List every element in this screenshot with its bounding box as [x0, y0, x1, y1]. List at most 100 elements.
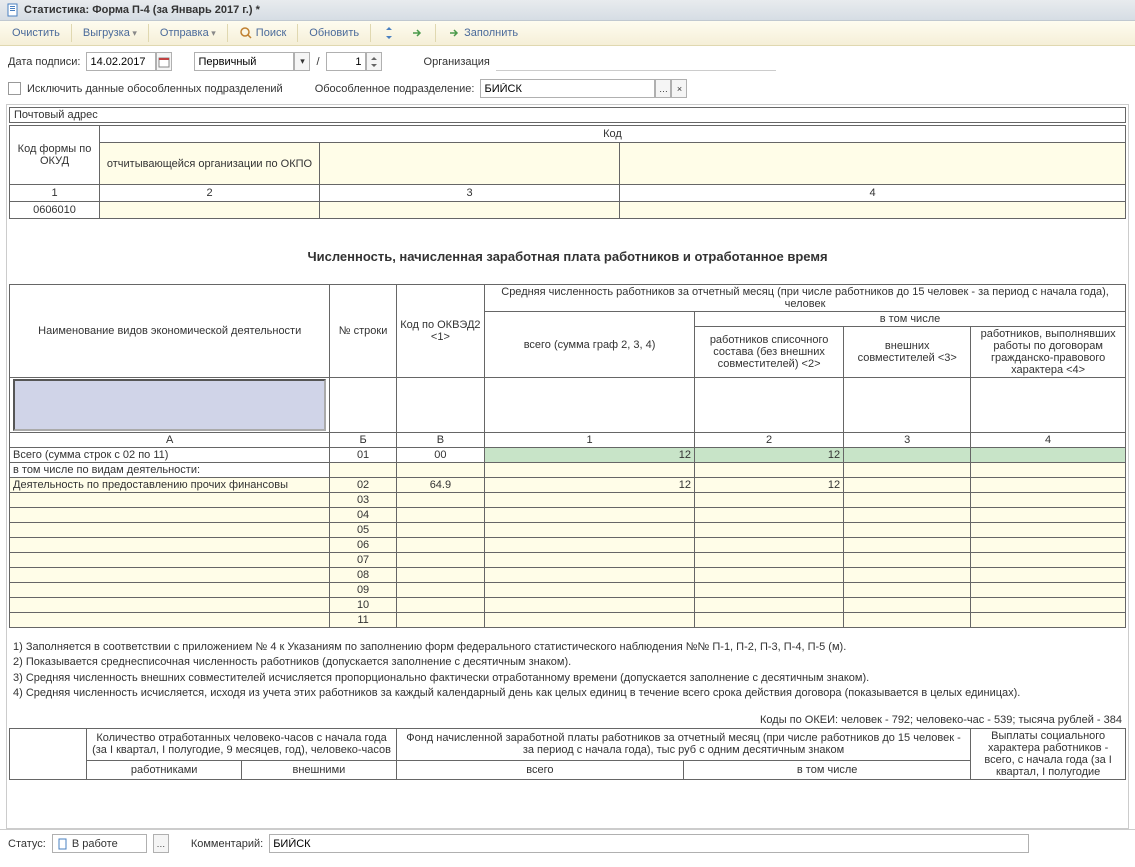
- row-c2[interactable]: [695, 598, 844, 613]
- row-c3[interactable]: [844, 508, 971, 523]
- num-input[interactable]: [326, 52, 366, 71]
- row-okved[interactable]: [396, 598, 484, 613]
- row-name[interactable]: Всего (сумма строк с 02 по 11): [10, 448, 330, 463]
- subdiv-select-button[interactable]: …: [655, 79, 671, 98]
- row-c2[interactable]: [695, 568, 844, 583]
- row-name[interactable]: [10, 613, 330, 628]
- row-c3[interactable]: [844, 598, 971, 613]
- postal-address-label: Почтовый адрес: [9, 107, 1126, 123]
- footnote-1: 1) Заполняется в соответствии с приложен…: [13, 640, 1122, 655]
- active-cell[interactable]: [13, 379, 326, 431]
- row-c1[interactable]: [485, 493, 695, 508]
- row-c2[interactable]: [695, 523, 844, 538]
- table-row: 03: [10, 493, 1126, 508]
- row-okved[interactable]: [396, 613, 484, 628]
- row-c2[interactable]: [695, 583, 844, 598]
- doc-type-select[interactable]: [194, 52, 294, 71]
- row-c3[interactable]: [844, 478, 971, 493]
- row-c3[interactable]: [844, 448, 971, 463]
- row-c3[interactable]: [844, 568, 971, 583]
- clear-button[interactable]: Очистить: [6, 25, 66, 41]
- row-c4[interactable]: [971, 583, 1126, 598]
- row-okved[interactable]: [396, 568, 484, 583]
- subdiv-clear-button[interactable]: ×: [671, 79, 687, 98]
- main-content-scroll[interactable]: Почтовый адрес Код формы по ОКУД Код отч…: [6, 104, 1129, 829]
- row-c4[interactable]: [971, 553, 1126, 568]
- row-name[interactable]: [10, 598, 330, 613]
- row-name[interactable]: [10, 508, 330, 523]
- row-c1[interactable]: [485, 598, 695, 613]
- org-label: Организация: [424, 56, 490, 68]
- fill-button[interactable]: Заполнить: [441, 24, 524, 42]
- status-value-field[interactable]: В работе: [52, 834, 147, 853]
- row-name[interactable]: [10, 523, 330, 538]
- row-c4[interactable]: [971, 538, 1126, 553]
- row-c3[interactable]: [844, 583, 971, 598]
- row-okved[interactable]: [396, 583, 484, 598]
- num-stepper[interactable]: [366, 52, 382, 71]
- send-button[interactable]: Отправка: [154, 25, 222, 41]
- row-name[interactable]: [10, 538, 330, 553]
- row-c4[interactable]: [971, 523, 1126, 538]
- row-c2[interactable]: [695, 538, 844, 553]
- row-c1[interactable]: 12: [485, 448, 695, 463]
- row-okved[interactable]: 00: [396, 448, 484, 463]
- row-name[interactable]: [10, 583, 330, 598]
- row-c4[interactable]: [971, 598, 1126, 613]
- row-c1[interactable]: [485, 538, 695, 553]
- comment-input[interactable]: [269, 834, 1029, 853]
- row-c2[interactable]: 12: [695, 478, 844, 493]
- arrow-right-button[interactable]: [404, 24, 430, 42]
- okpo-value[interactable]: [100, 202, 320, 219]
- status-select-button[interactable]: …: [153, 834, 169, 853]
- calendar-button[interactable]: [156, 52, 172, 71]
- row-c1[interactable]: [485, 583, 695, 598]
- search-button[interactable]: Поиск: [233, 24, 293, 42]
- doc-type-dropdown[interactable]: ▾: [294, 52, 310, 71]
- codes-table: Код формы по ОКУД Код отчитывающейся орг…: [9, 125, 1126, 219]
- okpo-header: отчитывающейся организации по ОКПО: [100, 143, 320, 185]
- row-c4[interactable]: [971, 613, 1126, 628]
- row-name[interactable]: [10, 568, 330, 583]
- row-c1[interactable]: [485, 568, 695, 583]
- row-okved[interactable]: [396, 538, 484, 553]
- row-c1[interactable]: [485, 508, 695, 523]
- refresh-button[interactable]: Обновить: [303, 25, 365, 41]
- row-c2[interactable]: [695, 493, 844, 508]
- row-c4[interactable]: [971, 508, 1126, 523]
- row-c3[interactable]: [844, 523, 971, 538]
- row-okved[interactable]: 64.9: [396, 478, 484, 493]
- row-name[interactable]: Деятельность по предоставлению прочих фи…: [10, 478, 330, 493]
- row-c3[interactable]: [844, 613, 971, 628]
- row-c3[interactable]: [844, 538, 971, 553]
- row-okved[interactable]: [396, 493, 484, 508]
- row-okved[interactable]: [396, 508, 484, 523]
- row-name[interactable]: [10, 553, 330, 568]
- row-c1[interactable]: 12: [485, 478, 695, 493]
- expand-button[interactable]: [376, 24, 402, 42]
- exclude-checkbox[interactable]: [8, 82, 21, 95]
- row-c2[interactable]: [695, 553, 844, 568]
- row-c2[interactable]: [695, 613, 844, 628]
- row-c2[interactable]: [695, 508, 844, 523]
- row-okved[interactable]: [396, 523, 484, 538]
- row-c3[interactable]: [844, 553, 971, 568]
- sign-date-input[interactable]: [86, 52, 156, 71]
- row-c1[interactable]: [485, 553, 695, 568]
- row-name[interactable]: [10, 493, 330, 508]
- row-c4[interactable]: [971, 448, 1126, 463]
- subdiv-input[interactable]: [480, 79, 655, 98]
- code-val-4[interactable]: [620, 202, 1126, 219]
- row-c1[interactable]: [485, 523, 695, 538]
- row-c4[interactable]: [971, 568, 1126, 583]
- row-c3[interactable]: [844, 493, 971, 508]
- row-c4[interactable]: [971, 493, 1126, 508]
- row-c1[interactable]: [485, 613, 695, 628]
- table-row: 09: [10, 583, 1126, 598]
- row-c4[interactable]: [971, 478, 1126, 493]
- code-val-3[interactable]: [320, 202, 620, 219]
- row-c2[interactable]: 12: [695, 448, 844, 463]
- code-num-1: 1: [10, 185, 100, 202]
- export-button[interactable]: Выгрузка: [77, 25, 143, 41]
- row-okved[interactable]: [396, 553, 484, 568]
